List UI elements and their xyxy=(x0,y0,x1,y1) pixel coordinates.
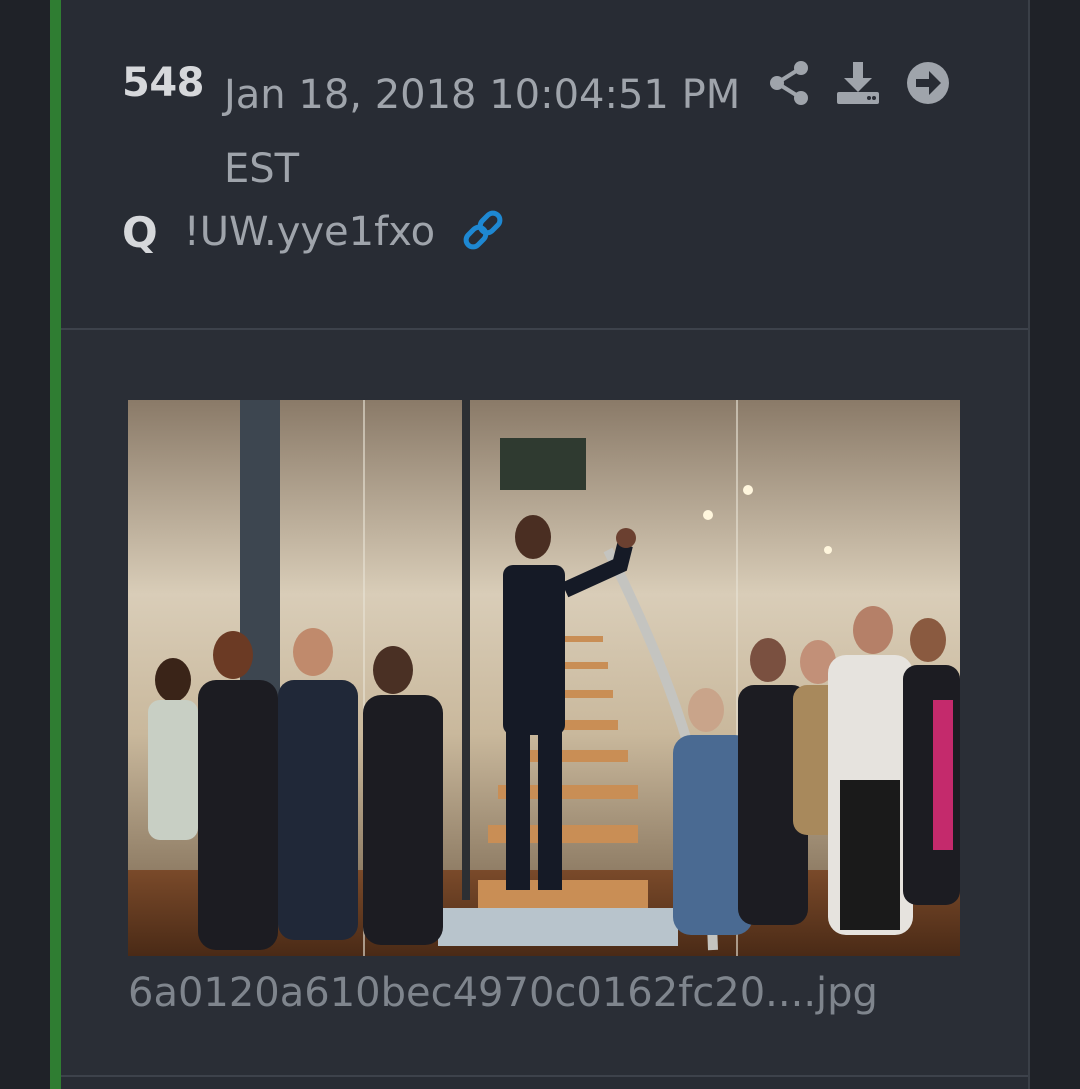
post-timestamp: Jan 18, 2018 10:04:51 PM EST xyxy=(224,72,741,192)
tripcode: !UW.yye1fxo xyxy=(183,209,436,255)
attachment-filename[interactable]: 6a0120a610bec4970c0162fc20....jpg xyxy=(128,970,878,1016)
attachment-image[interactable] xyxy=(128,400,960,956)
divider xyxy=(61,1075,1028,1077)
author-name: Q xyxy=(122,207,158,257)
left-gutter xyxy=(0,0,50,1089)
link-icon[interactable] xyxy=(459,206,507,258)
right-gutter xyxy=(1028,0,1080,1089)
download-icon[interactable] xyxy=(835,60,881,106)
post-accent-bar xyxy=(50,0,61,1089)
post-card: 548 Jan 18, 2018 10:04:51 PM EST Q !UW.y… xyxy=(61,0,1028,1089)
post-body: 6a0120a610bec4970c0162fc20....jpg xyxy=(61,330,1028,1075)
post-header: 548 Jan 18, 2018 10:04:51 PM EST Q !UW.y… xyxy=(61,0,1028,330)
author-row: Q !UW.yye1fxo xyxy=(122,204,507,260)
post-number[interactable]: 548 xyxy=(122,60,205,106)
go-to-post-icon[interactable] xyxy=(905,60,951,106)
post-actions xyxy=(769,58,951,108)
share-icon[interactable] xyxy=(769,60,811,106)
